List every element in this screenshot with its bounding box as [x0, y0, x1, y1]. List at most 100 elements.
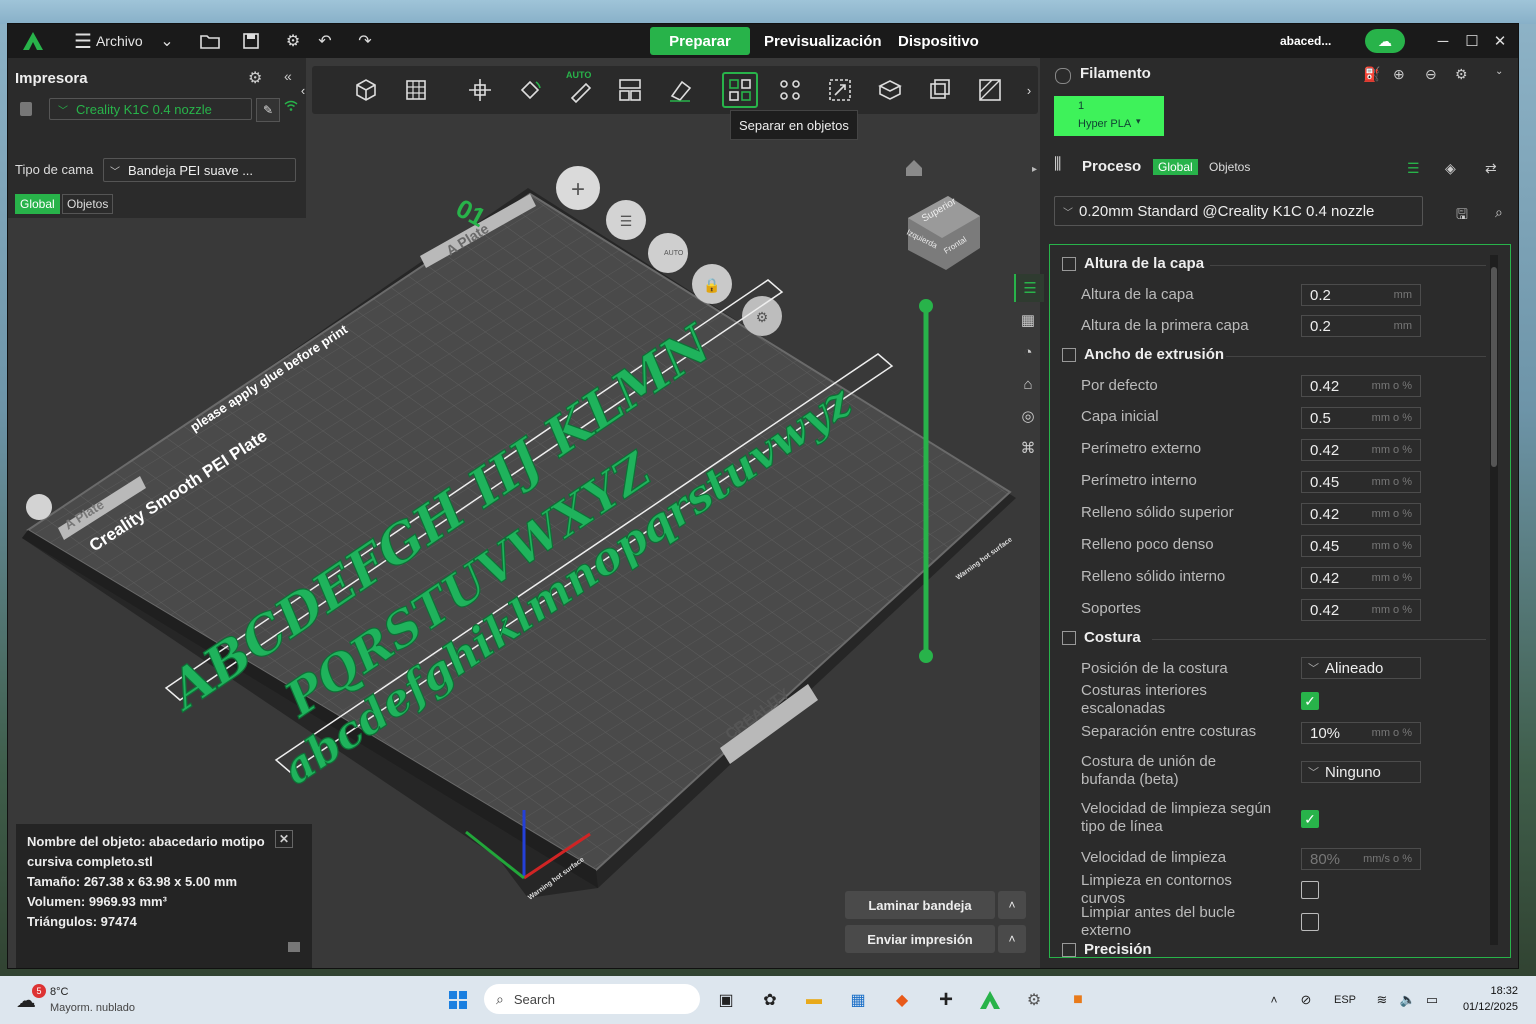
- tab-prepare[interactable]: Preparar: [650, 27, 750, 55]
- wipe-on-loops-checkbox[interactable]: [1301, 881, 1319, 899]
- copilot-icon[interactable]: ✿: [756, 986, 784, 1014]
- seam-position-select[interactable]: ﹀ Alineado: [1301, 657, 1421, 679]
- wipe-speed-by-type-checkbox[interactable]: ✓: [1301, 810, 1319, 828]
- plus-app-icon[interactable]: +: [932, 986, 960, 1014]
- section-precision[interactable]: Precisión: [1062, 941, 1152, 957]
- tab-device[interactable]: Dispositivo: [898, 27, 979, 55]
- windows-start-icon[interactable]: [444, 986, 472, 1014]
- plate-grid-icon[interactable]: ▦: [1014, 306, 1042, 334]
- auto-orient-plate-button[interactable]: AUTO: [648, 233, 688, 273]
- split-to-parts-icon[interactable]: [772, 72, 808, 108]
- process-seg-global[interactable]: Global: [1153, 159, 1198, 175]
- scale-icon[interactable]: [822, 72, 858, 108]
- add-plate-button[interactable]: +: [556, 166, 600, 210]
- multi-part-icon[interactable]: ⌘: [1014, 434, 1042, 462]
- battery-icon[interactable]: ▭: [1418, 986, 1446, 1014]
- inner-wall-width-input[interactable]: 0.45 mm o %: [1301, 471, 1421, 493]
- seam-gap-input[interactable]: 10% mm o %: [1301, 722, 1421, 744]
- arrange-plate-button[interactable]: ☰: [606, 200, 646, 240]
- target-icon[interactable]: ◎: [1014, 402, 1042, 430]
- send-options-button[interactable]: ˄: [998, 925, 1026, 953]
- process-advanced-icon[interactable]: ⇄: [1485, 160, 1497, 177]
- scarf-seam-select[interactable]: ﹀ Ninguno: [1301, 761, 1421, 783]
- scrollbar-thumb[interactable]: [1491, 267, 1497, 467]
- first-layer-height-input[interactable]: 0.2 mm: [1301, 315, 1421, 337]
- internal-solid-width-input[interactable]: 0.42 mm o %: [1301, 567, 1421, 589]
- speed-gauge-icon[interactable]: ◔: [1014, 338, 1042, 366]
- top-surface-width-input[interactable]: 0.42 mm o %: [1301, 503, 1421, 525]
- add-object-icon[interactable]: [348, 72, 384, 108]
- close-info-button[interactable]: ✕: [275, 830, 293, 848]
- plate-settings-button[interactable]: ⚙: [742, 296, 782, 336]
- brave-browser-icon[interactable]: ◆: [888, 986, 916, 1014]
- settings-scrollbar[interactable]: [1490, 255, 1498, 945]
- edit-plate-name-icon[interactable]: [26, 494, 52, 520]
- save-preset-icon[interactable]: 🖫: [1456, 204, 1468, 228]
- close-window-button[interactable]: ✕: [1486, 24, 1514, 58]
- minimize-info-icon[interactable]: [288, 942, 300, 952]
- network-warning-icon[interactable]: ⊘: [1292, 986, 1320, 1014]
- fusion-app-icon[interactable]: ■: [1064, 986, 1092, 1014]
- wipe-speed-input[interactable]: 80% mm/s o %: [1301, 848, 1421, 870]
- add-plate-icon[interactable]: [398, 72, 434, 108]
- initial-layer-width-input[interactable]: 0.5 mm o %: [1301, 407, 1421, 429]
- task-view-icon[interactable]: ▣: [712, 986, 740, 1014]
- auto-arrange-icon[interactable]: AUTO: [562, 70, 598, 108]
- add-filament-icon[interactable]: ⊕: [1393, 66, 1405, 83]
- taskbar-clock[interactable]: 18:32 01/12/2025: [1450, 985, 1518, 1013]
- outer-wall-width-input[interactable]: 0.42 mm o %: [1301, 439, 1421, 461]
- expand-sidebar-icon[interactable]: ▸: [1032, 164, 1037, 175]
- lock-plate-button[interactable]: 🔒: [692, 264, 732, 304]
- send-print-button[interactable]: Enviar impresión: [845, 925, 995, 953]
- tab-preview[interactable]: Previsualización: [764, 27, 882, 55]
- cut-icon[interactable]: [872, 72, 908, 108]
- support-width-input[interactable]: 0.42 mm o %: [1301, 599, 1421, 621]
- toolbar-scroll-right[interactable]: ›: [1020, 72, 1038, 108]
- menu-chevron-icon[interactable]: ⌄: [156, 24, 178, 58]
- minimize-button[interactable]: ─: [1429, 24, 1457, 58]
- maximize-button[interactable]: ☐: [1458, 24, 1486, 58]
- filament-slot-1[interactable]: 1 Hyper PLA ▾: [1054, 96, 1164, 136]
- process-preset-select[interactable]: ﹀ 0.20mm Standard @Creality K1C 0.4 nozz…: [1054, 196, 1423, 226]
- object-list-icon[interactable]: ☰: [1014, 274, 1044, 302]
- section-seam[interactable]: Costura: [1062, 629, 1141, 646]
- default-width-input[interactable]: 0.42 mm o %: [1301, 375, 1421, 397]
- sparse-infill-width-input[interactable]: 0.45 mm o %: [1301, 535, 1421, 557]
- slice-plate-button[interactable]: Laminar bandeja: [845, 891, 995, 919]
- support-icon[interactable]: ⌂: [1014, 370, 1042, 398]
- save-icon[interactable]: [242, 24, 260, 58]
- auto-orient-icon[interactable]: [462, 72, 498, 108]
- open-folder-icon[interactable]: [200, 24, 220, 58]
- section-line-width[interactable]: Ancho de extrusión: [1062, 346, 1224, 363]
- view-cube[interactable]: Superior Izquierda Frontal: [905, 196, 980, 270]
- wifi-tray-icon[interactable]: ≋: [1368, 986, 1396, 1014]
- section-layer-height[interactable]: Altura de la capa: [1062, 255, 1204, 272]
- support-paint-icon[interactable]: [972, 72, 1008, 108]
- wipe-before-external-checkbox[interactable]: [1301, 913, 1319, 931]
- filament-settings-icon[interactable]: ⚙: [1455, 66, 1468, 83]
- arrange-icon[interactable]: [612, 72, 648, 108]
- creality-print-taskbar-icon[interactable]: [976, 986, 1004, 1014]
- settings-app-icon[interactable]: ⚙: [1020, 986, 1048, 1014]
- remove-filament-icon[interactable]: ⊖: [1425, 66, 1437, 83]
- home-view-icon[interactable]: [906, 160, 922, 176]
- process-compare-icon[interactable]: ◈: [1445, 160, 1456, 177]
- split-to-objects-icon[interactable]: [722, 72, 758, 108]
- store-icon[interactable]: ▦: [844, 986, 872, 1014]
- filament-collapse-icon[interactable]: ⌄: [1495, 66, 1503, 77]
- process-list-icon[interactable]: ☰: [1407, 160, 1420, 177]
- undo-icon[interactable]: ↶: [314, 24, 336, 58]
- file-explorer-icon[interactable]: ▬: [800, 986, 828, 1014]
- language-indicator[interactable]: ESP: [1330, 986, 1360, 1014]
- staggered-seams-checkbox[interactable]: ✓: [1301, 692, 1319, 710]
- file-menu[interactable]: ☰ Archivo: [74, 24, 143, 58]
- taskbar-search[interactable]: ⌕ Search: [484, 984, 700, 1014]
- account-name[interactable]: abaced...: [1280, 24, 1331, 58]
- toolbar-scroll-left[interactable]: ‹: [294, 72, 312, 108]
- search-settings-icon[interactable]: ⌕: [1495, 204, 1503, 221]
- tray-chevron-icon[interactable]: ˄: [1260, 986, 1288, 1014]
- filament-sync-icon[interactable]: ⛽: [1363, 66, 1380, 83]
- rotate-icon[interactable]: [512, 72, 548, 108]
- mesh-boolean-icon[interactable]: [922, 72, 958, 108]
- layer-height-input[interactable]: 0.2 mm: [1301, 284, 1421, 306]
